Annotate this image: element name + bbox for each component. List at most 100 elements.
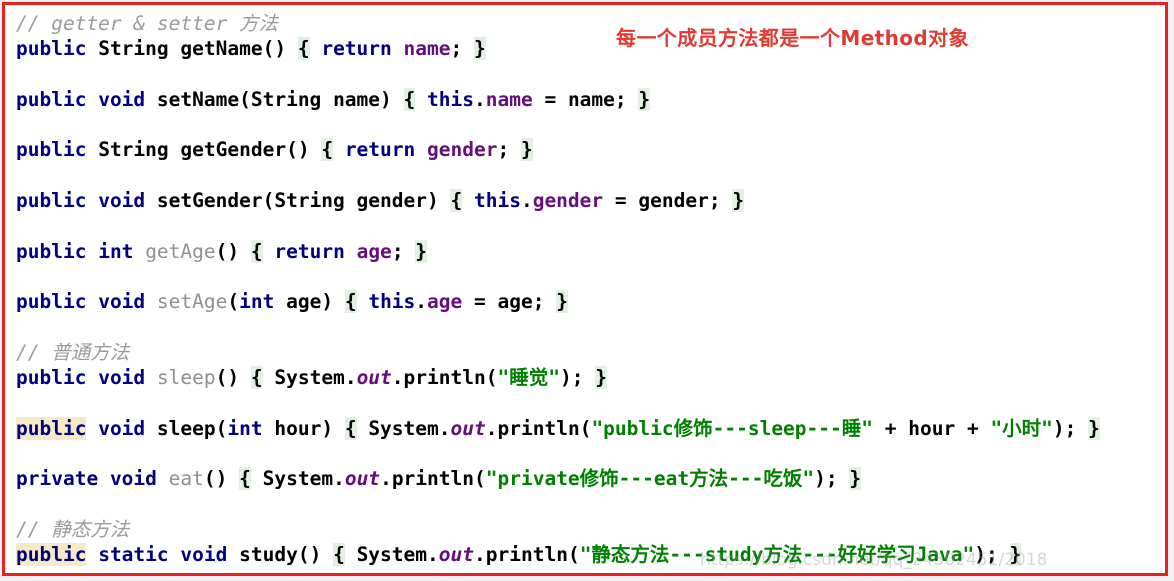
semicolon: ; <box>614 87 639 111</box>
type-system: System <box>356 543 428 567</box>
method-setage: setAge <box>156 290 228 314</box>
method-getname: getName <box>180 37 263 61</box>
member-out: out <box>438 543 474 567</box>
keyword-private: private <box>16 467 99 491</box>
comment-static-method: // 静态方法 <box>16 517 130 541</box>
code-line: public void sleep() { System.out.println… <box>16 365 1165 390</box>
semicolon: ; <box>450 37 474 61</box>
dot: . <box>438 416 451 440</box>
param-age: age <box>286 290 322 314</box>
member-out: out <box>344 467 381 491</box>
close-brace: } <box>1009 543 1022 567</box>
paren-open: ( <box>579 416 592 440</box>
assign: = <box>462 290 498 314</box>
keyword-int: int <box>227 416 263 440</box>
semicolon: ; <box>708 189 733 213</box>
paren-open: ( <box>567 543 580 567</box>
dot: . <box>520 189 533 213</box>
keyword-void: void <box>98 290 146 314</box>
code-line: public static void study() { System.out.… <box>16 542 1165 567</box>
keyword-this: this <box>473 189 521 213</box>
paren-close-semicolon: ); <box>974 543 1010 567</box>
paren-open: ( <box>262 189 275 213</box>
keyword-void: void <box>98 189 146 213</box>
keyword-void: void <box>109 467 157 491</box>
paren-close-semicolon: ); <box>1052 416 1089 440</box>
type-string: String <box>98 37 169 61</box>
member-out: out <box>450 416 486 440</box>
paren-open: ( <box>227 290 240 314</box>
param-ref-gender: gender <box>638 189 709 213</box>
open-brace: { <box>403 87 416 111</box>
type-string: String <box>98 138 169 162</box>
code-line: public int getAge() { return age; } <box>16 239 1165 264</box>
dot: . <box>415 290 428 314</box>
code-line: public void setGender(String gender) { t… <box>16 188 1165 213</box>
open-brace: { <box>250 366 263 390</box>
paren-open: ( <box>215 416 228 440</box>
param-ref-name: name <box>567 87 615 111</box>
open-brace: { <box>344 290 357 314</box>
red-annotation-text: 每一个成员方法都是一个Method对象 <box>616 26 969 50</box>
keyword-public: public <box>16 290 87 314</box>
code-line: public void setAge(int age) { this.age =… <box>16 289 1165 314</box>
keyword-public-highlighted: public <box>16 543 87 567</box>
keyword-public: public <box>16 87 87 111</box>
type-string: String <box>250 87 322 111</box>
paren-close-semicolon: ); <box>814 467 850 491</box>
parens: () <box>215 366 251 390</box>
open-brace: { <box>344 416 357 440</box>
method-setname: setName <box>156 87 240 111</box>
code-editor-area[interactable]: // getter & setter 方法 public String getN… <box>5 5 1165 573</box>
parens: () <box>262 37 298 61</box>
field-name: name <box>403 37 451 61</box>
field-name: name <box>485 87 533 111</box>
keyword-this: this <box>427 87 474 111</box>
code-line: public String getGender() { return gende… <box>16 137 1165 162</box>
open-brace: { <box>250 239 263 263</box>
close-brace: } <box>473 37 486 61</box>
concat: + <box>955 416 991 440</box>
keyword-return: return <box>321 37 392 61</box>
type-system: System <box>368 416 439 440</box>
method-study: study <box>239 543 298 567</box>
dot: . <box>474 543 486 567</box>
code-line: public void setName(String name) { this.… <box>16 87 1165 112</box>
code-line: public void sleep(int hour) { System.out… <box>16 416 1165 441</box>
field-age: age <box>356 239 392 263</box>
keyword-public-highlighted: public <box>16 416 87 440</box>
method-getage: getAge <box>145 239 216 263</box>
open-brace: { <box>239 467 251 491</box>
string-private-eat: "private修饰---eat方法---吃饭" <box>485 467 815 491</box>
field-gender: gender <box>427 138 498 162</box>
parens: () <box>286 138 322 162</box>
close-brace: } <box>595 366 607 390</box>
